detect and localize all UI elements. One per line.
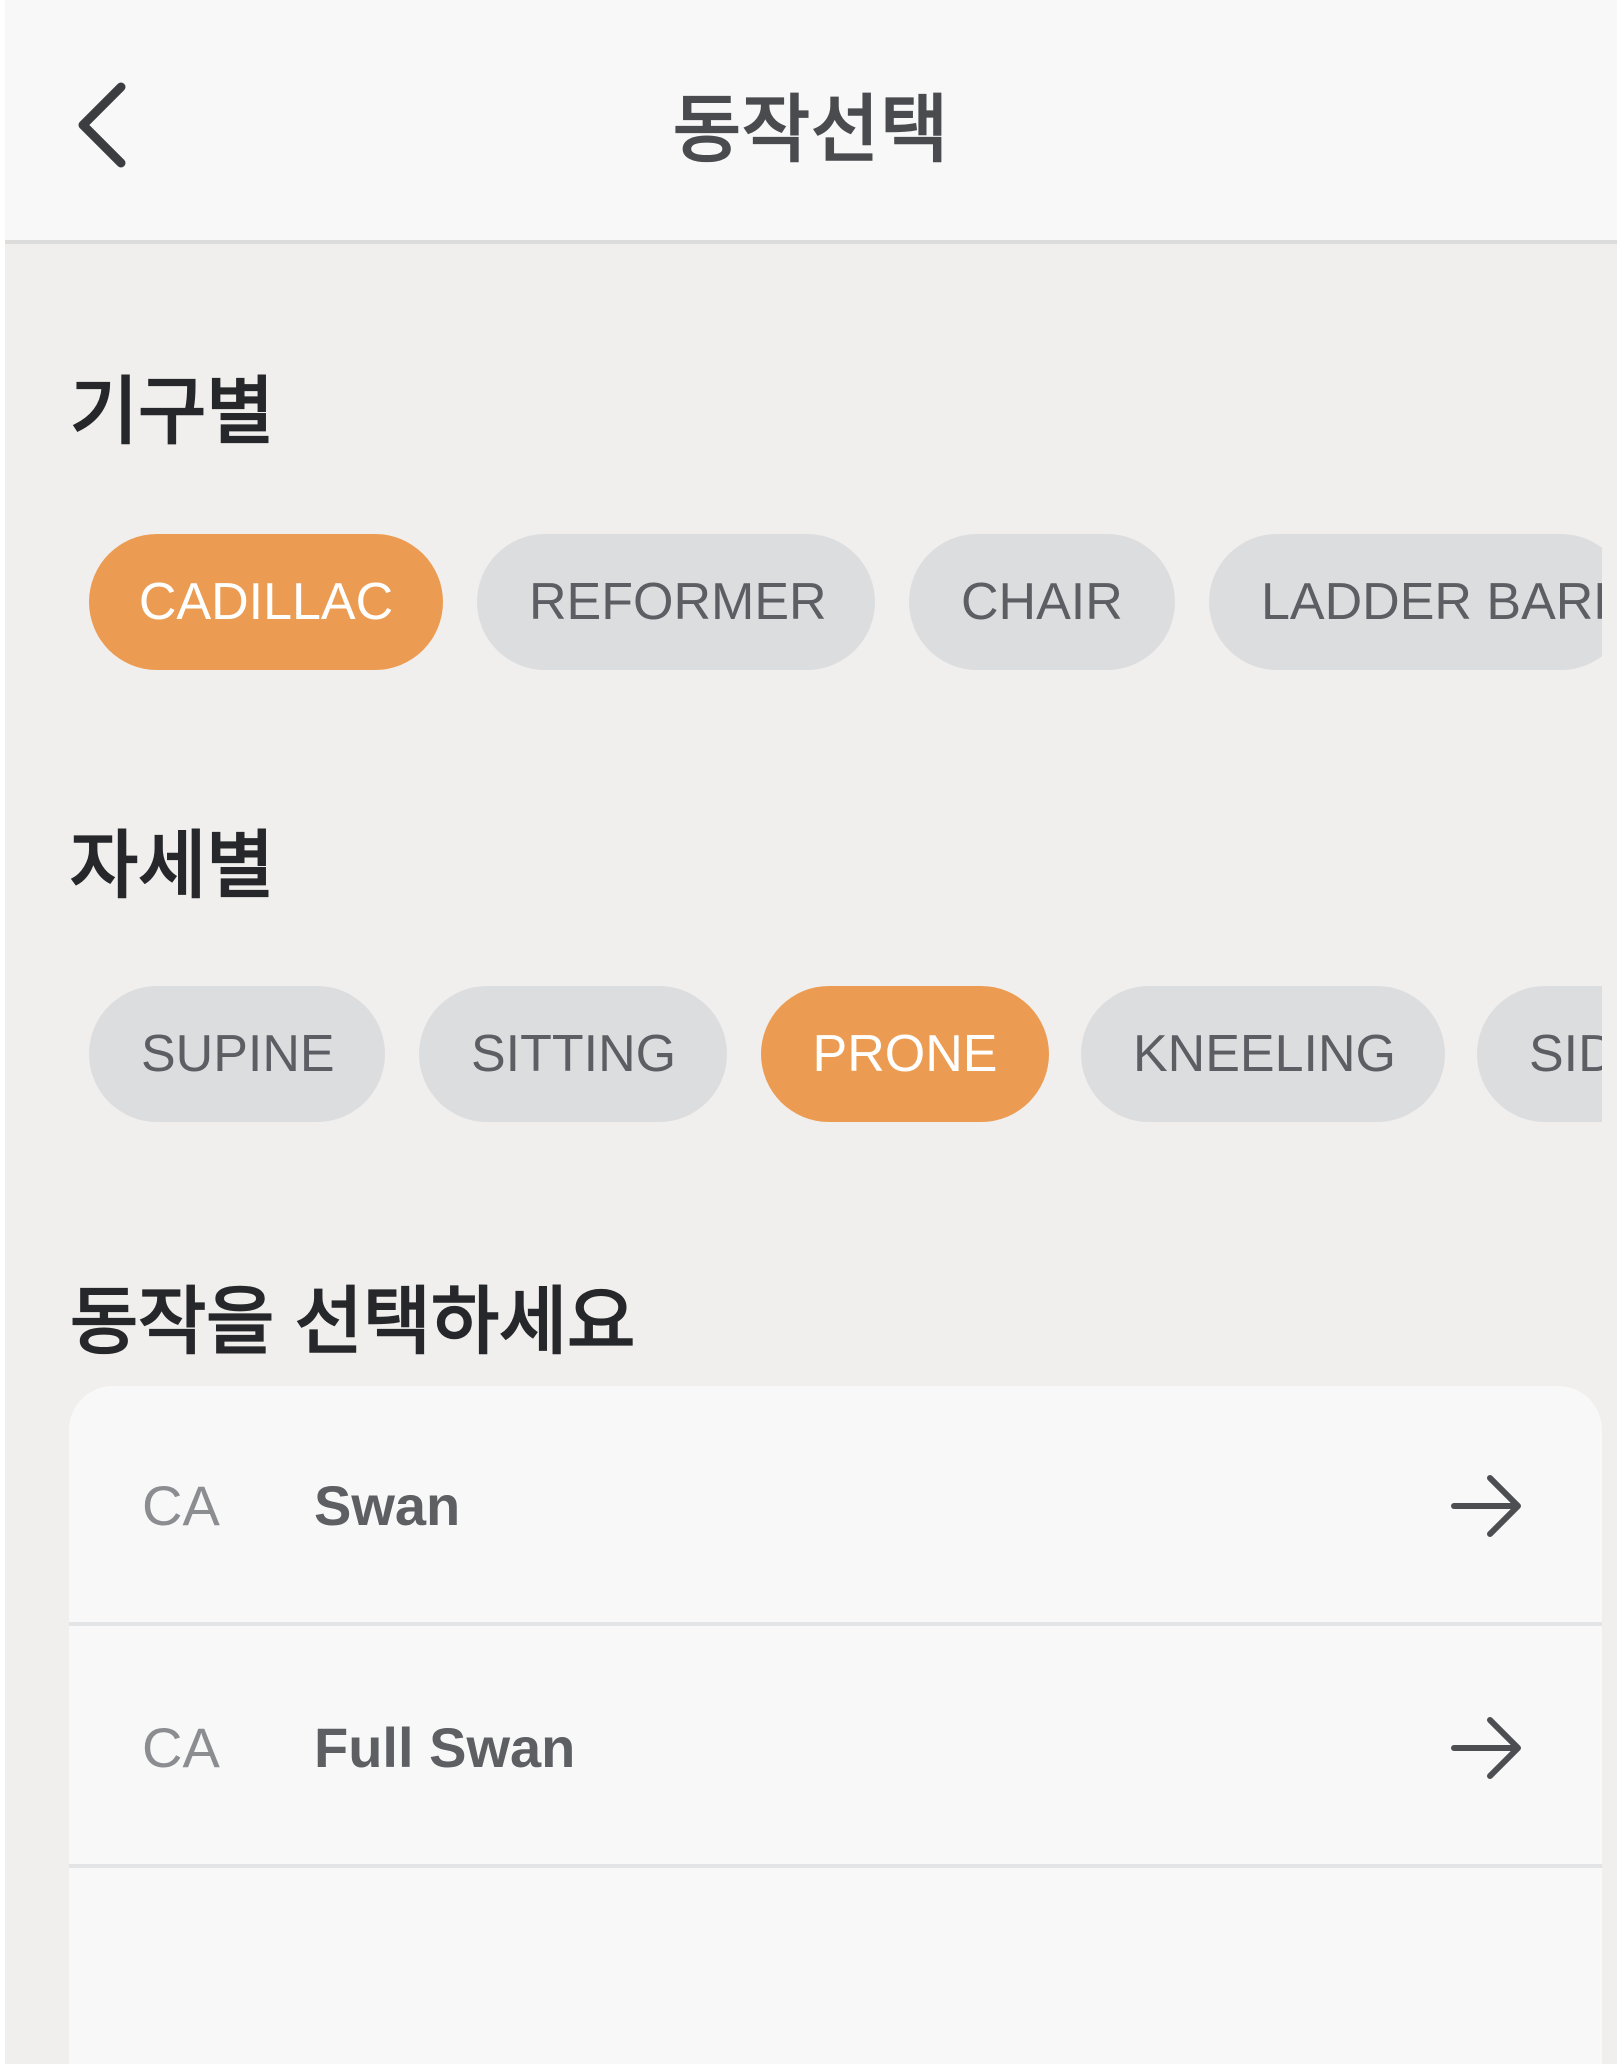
posture-section-title: 자세별 xyxy=(70,824,275,907)
movement-row[interactable]: CA Swan xyxy=(69,1386,1602,1626)
movement-code: CA xyxy=(142,1716,220,1779)
chip-sitting[interactable]: SITTING xyxy=(419,986,727,1122)
chip-supine[interactable]: SUPINE xyxy=(89,986,385,1122)
chip-reformer[interactable]: REFORMER xyxy=(477,534,875,670)
chip-prone[interactable]: PRONE xyxy=(761,986,1049,1122)
header-bar: 동작선택 xyxy=(5,0,1617,244)
chip-kneeling[interactable]: KNEELING xyxy=(1081,986,1445,1122)
chip-ladder-barrel[interactable]: LADDER BARR xyxy=(1209,534,1602,670)
arrow-right-icon xyxy=(1451,1475,1521,1537)
movement-section-title: 동작을 선택하세요 xyxy=(70,1280,636,1363)
movement-name: Full Swan xyxy=(314,1716,576,1779)
arrow-right-icon xyxy=(1451,1717,1521,1779)
page-title: 동작선택 xyxy=(672,88,950,171)
movement-list-card: CA Swan CA Full Swan xyxy=(69,1386,1602,2064)
chip-cadillac[interactable]: CADILLAC xyxy=(89,534,443,670)
equipment-section-title: 기구별 xyxy=(70,370,275,453)
posture-chip-row: SUPINE SITTING PRONE KNEELING SID xyxy=(5,986,1602,1126)
chip-side[interactable]: SID xyxy=(1477,986,1602,1122)
movement-row[interactable]: CA Full Swan xyxy=(69,1628,1602,1868)
movement-code: CA xyxy=(142,1474,220,1537)
movement-name: Swan xyxy=(314,1474,461,1537)
equipment-chip-row: CADILLAC REFORMER CHAIR LADDER BARR xyxy=(5,534,1602,674)
movement-select-screen: 동작선택 기구별 CADILLAC REFORMER CHAIR LADDER … xyxy=(5,0,1617,2064)
chip-chair[interactable]: CHAIR xyxy=(909,534,1175,670)
